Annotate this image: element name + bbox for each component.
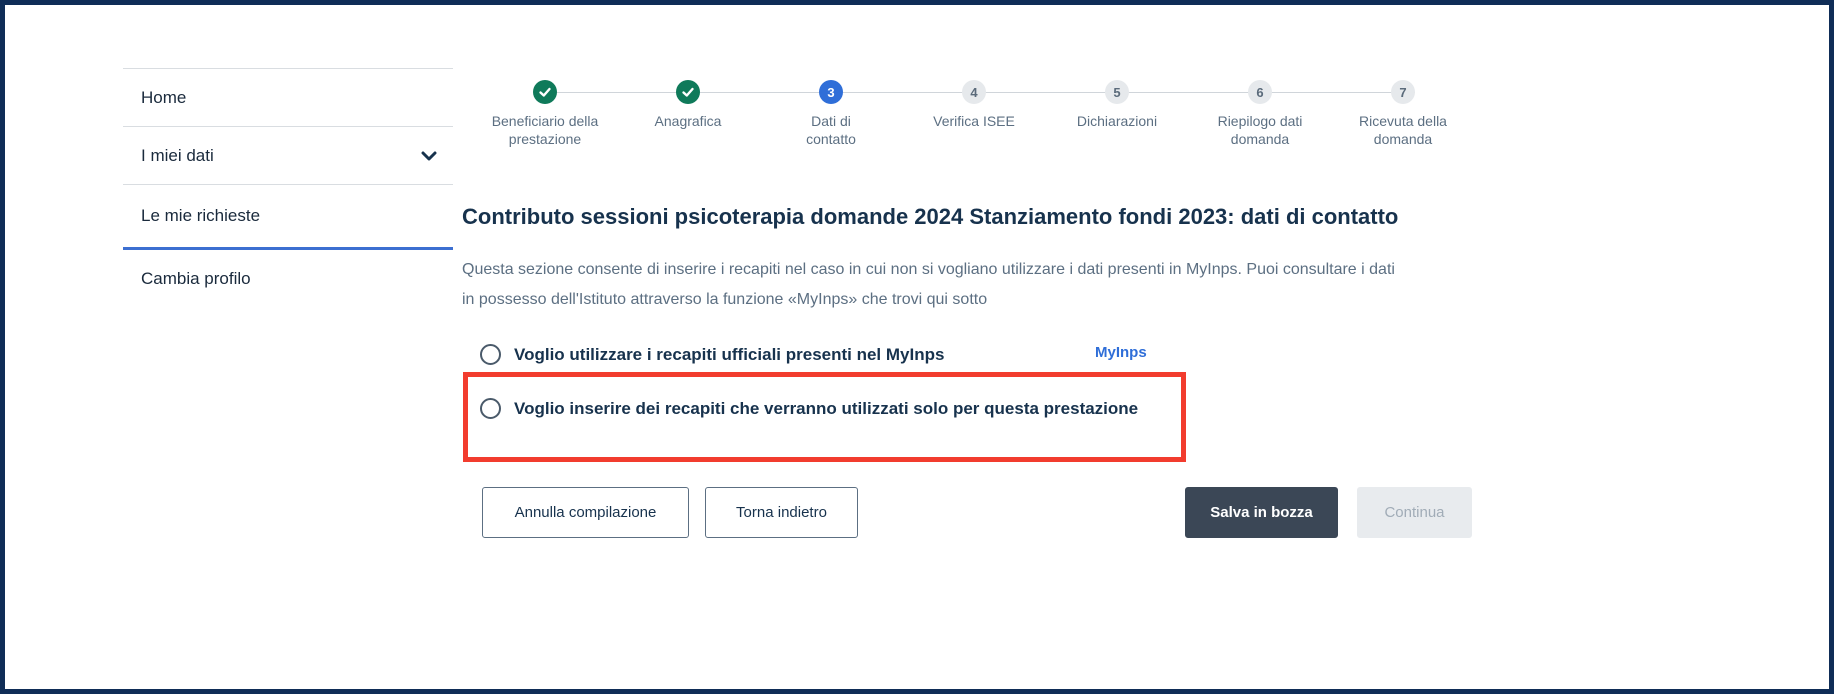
radio-label: Voglio inserire dei recapiti che verrann… bbox=[514, 398, 1139, 418]
stepper: Beneficiario della prestazione Anagrafic… bbox=[480, 80, 1470, 190]
sidebar-item-cambia-profilo[interactable]: Cambia profilo bbox=[123, 250, 453, 308]
myinps-link[interactable]: MyInps bbox=[1095, 344, 1147, 361]
continue-button[interactable]: Continua bbox=[1357, 487, 1472, 538]
chevron-down-icon[interactable] bbox=[421, 150, 437, 162]
step-7: 7 Ricevuta della domanda bbox=[1338, 80, 1468, 148]
step-1: Beneficiario della prestazione bbox=[480, 80, 610, 148]
check-icon bbox=[533, 80, 557, 104]
radio-option-custom-contacts[interactable]: Voglio inserire dei recapiti che verrann… bbox=[480, 398, 1138, 419]
sidebar-item-le-mie-richieste[interactable]: Le mie richieste bbox=[123, 184, 453, 250]
radio-button[interactable] bbox=[480, 398, 501, 419]
radio-label: Voglio utilizzare i recapiti ufficiali p… bbox=[514, 344, 945, 364]
save-draft-button[interactable]: Salva in bozza bbox=[1185, 487, 1338, 538]
radio-button[interactable] bbox=[480, 344, 501, 365]
sidebar-item-label: I miei dati bbox=[141, 145, 214, 165]
step-label: Dati di contatto bbox=[806, 113, 856, 147]
step-number: 4 bbox=[962, 80, 986, 104]
step-5: 5 Dichiarazioni bbox=[1052, 80, 1182, 130]
step-4: 4 Verifica ISEE bbox=[909, 80, 1039, 130]
step-number: 3 bbox=[819, 80, 843, 104]
sidebar-item-label: Le mie richieste bbox=[141, 206, 261, 225]
sidebar: Home I miei dati Le mie richieste Cambia… bbox=[123, 68, 453, 308]
radio-option-myinps[interactable]: Voglio utilizzare i recapiti ufficiali p… bbox=[480, 344, 944, 365]
sidebar-item-home[interactable]: Home bbox=[123, 68, 453, 126]
check-icon bbox=[676, 80, 700, 104]
sidebar-item-i-miei-dati[interactable]: I miei dati bbox=[123, 126, 453, 184]
step-label: Beneficiario della prestazione bbox=[491, 113, 599, 147]
page-title: Contributo sessioni psicoterapia domande… bbox=[462, 204, 1399, 229]
step-label: Verifica ISEE bbox=[933, 113, 1015, 129]
step-label: Dichiarazioni bbox=[1076, 113, 1158, 129]
cancel-button[interactable]: Annulla compilazione bbox=[482, 487, 689, 538]
step-label: Ricevuta della domanda bbox=[1359, 113, 1447, 147]
sidebar-item-label: Home bbox=[141, 87, 187, 107]
step-3: 3 Dati di contatto bbox=[766, 80, 896, 148]
back-button[interactable]: Torna indietro bbox=[705, 487, 858, 538]
step-label: Anagrafica bbox=[654, 113, 722, 129]
step-2: Anagrafica bbox=[623, 80, 753, 130]
section-description: Questa sezione consente di inserire i re… bbox=[462, 261, 1395, 308]
step-number: 6 bbox=[1248, 80, 1272, 104]
sidebar-item-label: Cambia profilo bbox=[141, 269, 251, 288]
step-label: Riepilogo dati domanda bbox=[1217, 113, 1303, 147]
step-number: 5 bbox=[1105, 80, 1129, 104]
step-6: 6 Riepilogo dati domanda bbox=[1195, 80, 1325, 148]
step-number: 7 bbox=[1391, 80, 1415, 104]
